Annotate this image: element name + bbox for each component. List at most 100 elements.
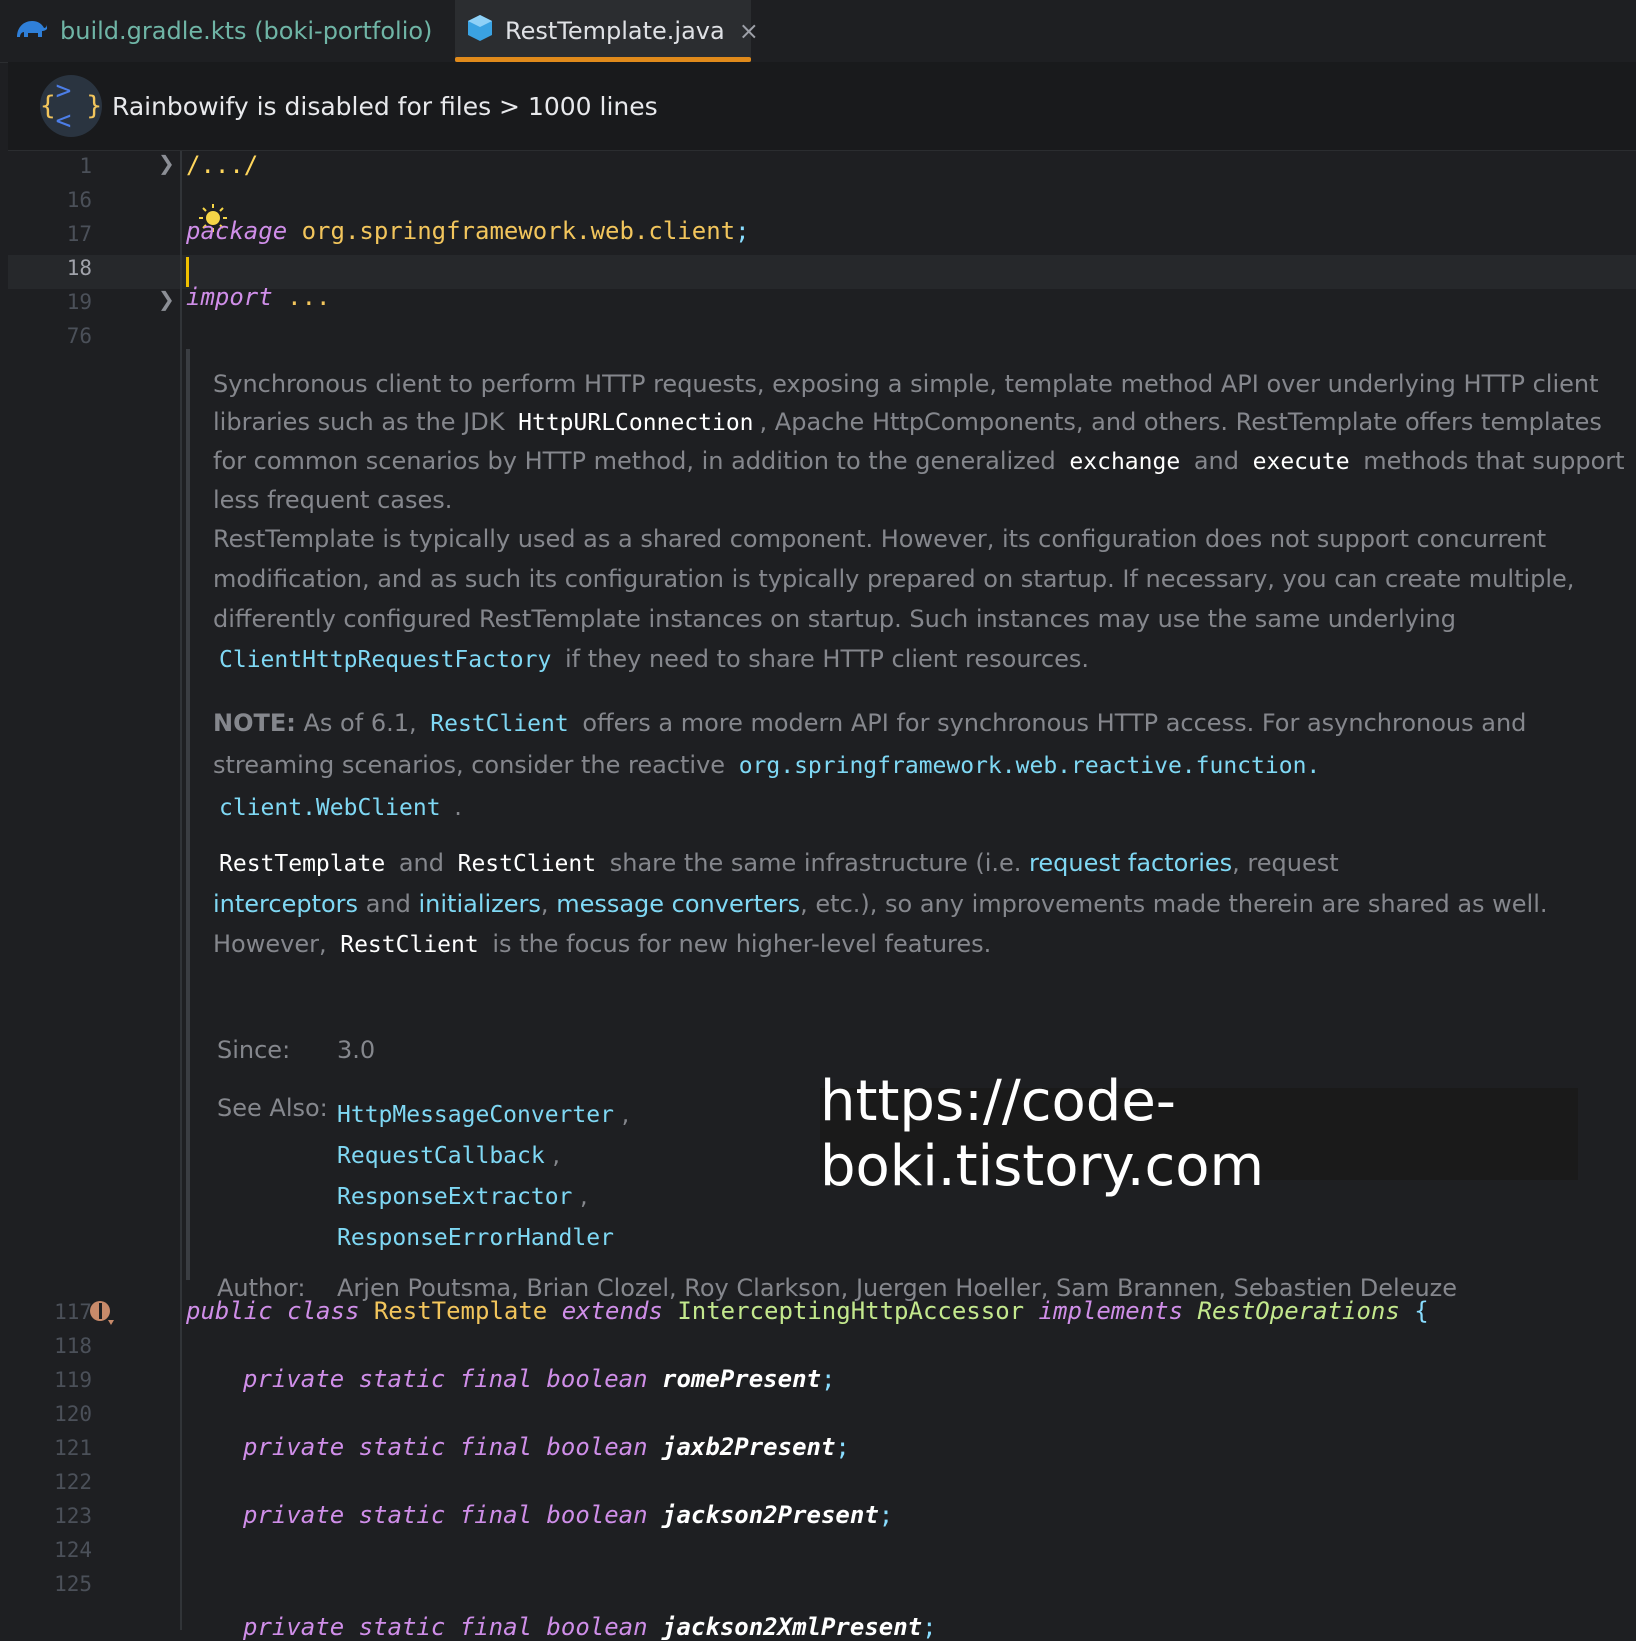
doc-text: , request xyxy=(1232,849,1339,877)
doc-link-webclient[interactable]: client.WebClient xyxy=(213,795,447,821)
doc-text: if they need to share HTTP client resour… xyxy=(564,645,1089,673)
doc-paragraph: RestTemplate is typically used as a shar… xyxy=(213,519,1633,680)
field-name: romePresent xyxy=(662,1365,821,1393)
note-label: NOTE: xyxy=(213,709,296,737)
editor-tab-bar: build.gradle.kts (boki-portfolio) RestTe… xyxy=(0,0,1636,63)
interface-name: RestOperations xyxy=(1197,1297,1400,1325)
modifiers: private static final boolean xyxy=(243,1613,648,1641)
doc-code: RestTemplate xyxy=(219,851,386,877)
field-declaration: private static final boolean romePresent… xyxy=(243,1365,835,1393)
keyword: import xyxy=(186,283,273,311)
plugin-notification-bar: {><} Rainbowify is disabled for files > … xyxy=(8,62,1636,151)
line-number: 18 xyxy=(66,256,92,280)
field-declaration: private static final boolean jackson2Pre… xyxy=(243,1501,893,1529)
tab-resttemplate-java[interactable]: RestTemplate.java × xyxy=(455,0,759,62)
doc-text: . xyxy=(454,793,462,821)
doc-text: is the focus for new higher-level featur… xyxy=(492,930,992,958)
doc-paragraph-note: NOTE: As of 6.1, RestClient offers a mor… xyxy=(213,703,1633,829)
line-number: 120 xyxy=(54,1402,92,1426)
folded-header-comment[interactable]: /.../ xyxy=(186,151,258,179)
doc-paragraph: RestTemplate and RestClient share the sa… xyxy=(213,843,1633,965)
doc-code: exchange xyxy=(1069,449,1181,475)
field-name: jackson2XmlPresent xyxy=(662,1613,923,1641)
keyword: class xyxy=(287,1297,360,1325)
doc-code: HttpURLConnection xyxy=(518,410,754,436)
doc-link-initializers[interactable]: initializers xyxy=(419,890,541,918)
tab-build-gradle[interactable]: build.gradle.kts (boki-portfolio) xyxy=(14,0,432,62)
keyword: package xyxy=(186,217,288,245)
semicolon: ; xyxy=(878,1501,894,1529)
doc-code: RestClient xyxy=(340,932,479,958)
doc-text: and xyxy=(398,849,444,877)
folded-imports[interactable]: import ... xyxy=(186,283,331,311)
package-name: org.springframework.web.client xyxy=(301,217,736,245)
line-number: 17 xyxy=(66,222,92,246)
line-number: 121 xyxy=(54,1436,92,1460)
since-label: Since: xyxy=(217,1036,291,1064)
open-brace: { xyxy=(1414,1297,1429,1325)
see-also-link[interactable]: HttpMessageConverter xyxy=(337,1102,614,1128)
fold-expand-icon[interactable]: ❯ xyxy=(158,151,175,175)
modifiers: private static final boolean xyxy=(243,1365,648,1393)
doc-code: execute xyxy=(1252,449,1350,475)
see-also-link[interactable]: ResponseErrorHandler xyxy=(337,1225,614,1251)
semicolon: ; xyxy=(820,1365,836,1393)
line-number: 125 xyxy=(54,1572,92,1596)
line-number: 122 xyxy=(54,1470,92,1494)
doc-link-request-factories[interactable]: request factories xyxy=(1029,849,1232,877)
modifiers: private static final boolean xyxy=(243,1433,648,1461)
java-class-icon xyxy=(467,14,493,48)
separator: , xyxy=(580,1182,588,1210)
line-number: 118 xyxy=(54,1334,92,1358)
see-also-list: HttpMessageConverter , RequestCallback ,… xyxy=(337,1094,629,1258)
separator: , xyxy=(621,1100,630,1128)
tab-label: build.gradle.kts (boki-portfolio) xyxy=(60,17,433,45)
fold-expand-icon[interactable]: ❯ xyxy=(158,287,175,311)
keyword: implements xyxy=(1038,1297,1184,1325)
rainbowify-logo-icon: {><} xyxy=(40,75,102,137)
folded-imports-ellipsis: ... xyxy=(287,283,331,311)
doc-link-interceptors[interactable]: interceptors xyxy=(213,890,358,918)
line-number: 117 xyxy=(54,1300,92,1324)
class-declaration: public class RestTemplate extends Interc… xyxy=(186,1297,1429,1325)
see-also-link[interactable]: RequestCallback xyxy=(337,1143,545,1169)
doc-link-client-http-request-factory[interactable]: ClientHttpRequestFactory xyxy=(213,647,557,673)
line-number-gutter: 1 16 17 18 19 76 117 118 119 120 121 122… xyxy=(8,151,180,1630)
line-number: 119 xyxy=(54,1368,92,1392)
doc-code: RestClient xyxy=(457,851,597,877)
field-declaration: private static final boolean jackson2Xml… xyxy=(243,1613,937,1641)
notification-text: Rainbowify is disabled for files > 1000 … xyxy=(112,91,658,121)
code-editor[interactable]: 1 16 17 18 19 76 117 118 119 120 121 122… xyxy=(8,151,1636,1641)
field-name: jackson2Present xyxy=(662,1501,879,1529)
doc-text: and xyxy=(1193,447,1239,475)
modifiers: private static final boolean xyxy=(243,1501,648,1529)
class-name: RestTemplate xyxy=(373,1297,548,1325)
close-tab-icon[interactable]: × xyxy=(739,17,759,45)
field-declaration: private static final boolean jaxb2Presen… xyxy=(243,1433,850,1461)
gutter-separator xyxy=(180,151,182,1630)
doc-link-webclient[interactable]: org.springframework.web.reactive.functio… xyxy=(733,753,1327,779)
line-number: 123 xyxy=(54,1504,92,1528)
keyword: extends xyxy=(561,1297,663,1325)
doc-text: , xyxy=(540,890,549,918)
doc-link-restclient[interactable]: RestClient xyxy=(424,711,574,737)
package-declaration: package org.springframework.web.client; xyxy=(186,217,750,245)
see-also-link[interactable]: ResponseExtractor xyxy=(337,1184,572,1210)
folded-comment-text: /.../ xyxy=(186,151,259,179)
line-number: 19 xyxy=(66,290,92,314)
since-value: 3.0 xyxy=(337,1036,376,1064)
see-also-label: See Also: xyxy=(217,1094,328,1122)
line-number: 124 xyxy=(54,1538,92,1562)
line-number: 16 xyxy=(66,188,92,212)
semicolon: ; xyxy=(835,1433,850,1461)
doc-text: RestTemplate is typically used as a shar… xyxy=(213,525,1575,633)
doc-text: share the same infrastructure (i.e. xyxy=(609,849,1022,877)
doc-paragraph: Synchronous client to perform HTTP reque… xyxy=(213,365,1633,519)
gradle-elephant-icon xyxy=(14,15,48,47)
implementations-gutter-icon[interactable] xyxy=(88,1298,118,1332)
line-number: 76 xyxy=(66,324,92,348)
doc-link-message-converters[interactable]: message converters xyxy=(556,890,800,918)
semicolon: ; xyxy=(735,217,750,245)
superclass-name: InterceptingHttpAccessor xyxy=(677,1297,1025,1325)
doc-text: As of 6.1, xyxy=(303,709,417,737)
